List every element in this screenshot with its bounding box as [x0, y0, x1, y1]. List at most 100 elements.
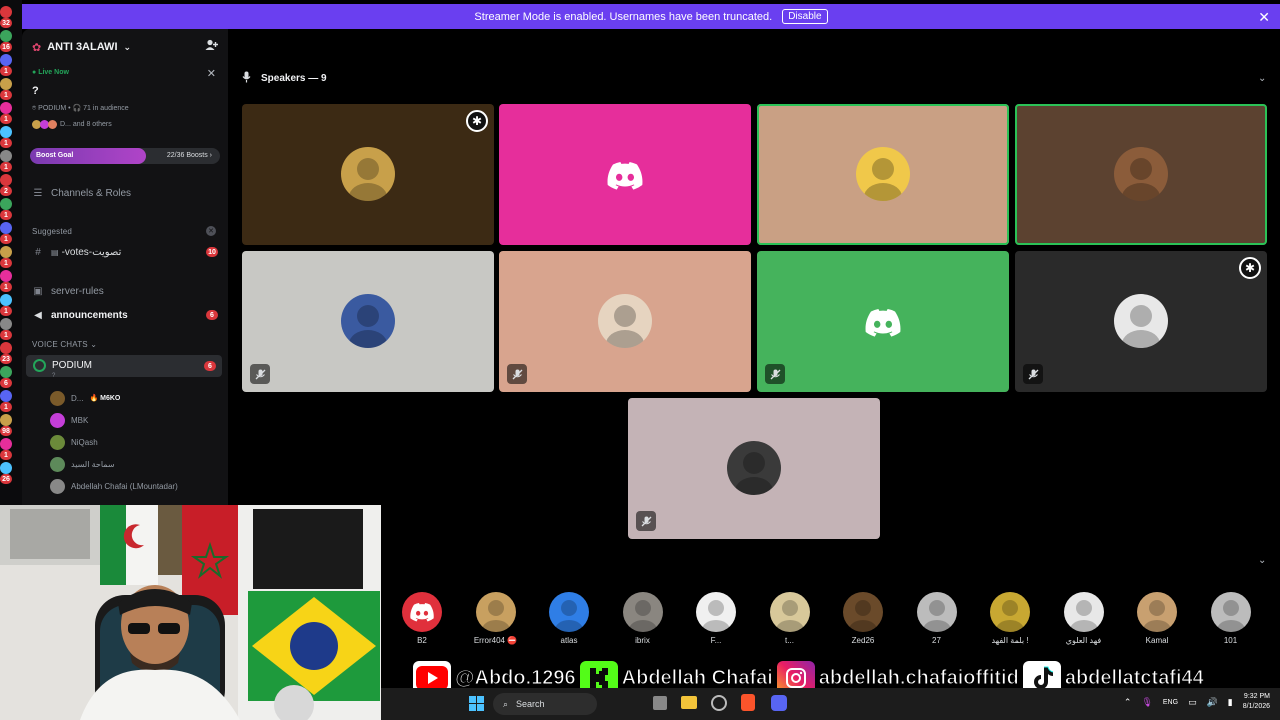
clock[interactable]: 9:32 PM 8/1/2026	[1243, 692, 1270, 712]
server-icon[interactable]	[0, 366, 12, 378]
channel-votes-label: -votes-تصويت	[61, 246, 122, 258]
audience-avatar[interactable]	[843, 592, 883, 632]
audience-avatar[interactable]	[402, 592, 442, 632]
close-icon[interactable]: ✕	[1258, 9, 1270, 26]
search-icon: ⌕	[503, 698, 509, 709]
display-icon[interactable]: ▭	[1188, 697, 1197, 708]
voice-chats-header[interactable]: VOICE CHATS ⌄	[32, 340, 97, 349]
browser-icon[interactable]	[711, 695, 727, 711]
taskbar-search[interactable]: ⌕ Search	[493, 693, 597, 715]
speaker-tile[interactable]	[628, 398, 880, 539]
discord-taskbar-icon[interactable]	[771, 695, 787, 711]
server-icon[interactable]	[0, 198, 12, 210]
server-unread-badge: 1	[0, 450, 12, 460]
server-unread-badge: 1	[0, 210, 12, 220]
task-view-icon[interactable]	[653, 696, 667, 710]
audience-name: t...	[785, 636, 794, 645]
volume-icon[interactable]: 🔊	[1207, 697, 1218, 708]
voice-user[interactable]: D... 🔥 M6KO	[50, 390, 120, 406]
file-explorer-icon[interactable]	[681, 696, 697, 709]
battery-icon[interactable]: ▮	[1228, 697, 1233, 708]
server-icon[interactable]	[0, 174, 12, 186]
speaker-tile[interactable]: ✱	[242, 104, 494, 245]
server-icon[interactable]	[0, 318, 12, 330]
voice-user[interactable]: NiQash	[50, 434, 98, 450]
server-icon[interactable]	[0, 294, 12, 306]
stage-view: Speakers — 9 ⌄ ✱ ✱ ⌄	[228, 29, 1280, 720]
server-icon[interactable]	[0, 102, 12, 114]
server-icon[interactable]	[0, 462, 12, 474]
audience-avatar[interactable]	[622, 592, 663, 632]
dismiss-live-icon[interactable]: ✕	[207, 67, 216, 80]
speaker-tile[interactable]	[499, 251, 751, 392]
windows-taskbar: ⌕ Search ⌃ 🎙 ENG ▭ 🔊 ▮ 9:32 PM 8/1/2026	[381, 688, 1280, 720]
channels-roles-link[interactable]: ☰ Channels & Roles	[32, 184, 132, 202]
server-icon[interactable]	[0, 390, 12, 402]
server-icon[interactable]	[0, 438, 12, 450]
voice-channel-podium[interactable]: PODIUM 6	[26, 355, 222, 377]
audience-avatar[interactable]	[1210, 592, 1251, 632]
language-indicator[interactable]: ENG	[1163, 699, 1178, 706]
server-icon[interactable]	[0, 246, 12, 258]
disable-streamer-mode-button[interactable]: Disable	[782, 9, 828, 24]
audience-avatar[interactable]	[1063, 592, 1104, 632]
add-user-icon[interactable]	[205, 39, 218, 54]
audience-name: Kamal	[1145, 636, 1169, 645]
audience-avatar[interactable]	[990, 592, 1030, 632]
server-unread-badge: 23	[0, 354, 12, 364]
voice-user[interactable]: سماحة السيد	[50, 456, 115, 472]
audience-avatar[interactable]	[769, 592, 810, 632]
server-icon[interactable]	[0, 126, 12, 138]
audience-avatar[interactable]	[916, 592, 957, 632]
collapse-speakers-icon[interactable]: ⌄	[1258, 73, 1266, 84]
brave-icon[interactable]	[741, 694, 755, 711]
channel-votes[interactable]: # ▤ -votes-تصويت	[32, 243, 121, 261]
speaker-tile[interactable]	[242, 251, 494, 392]
system-tray: ⌃ 🎙 ENG ▭ 🔊 ▮ 9:32 PM 8/1/2026	[1124, 692, 1270, 712]
server-unread-badge: 1	[0, 282, 12, 292]
muted-mic-icon	[507, 364, 527, 384]
speaker-tile[interactable]: ✱	[1015, 251, 1267, 392]
speaker-tile[interactable]	[757, 104, 1009, 245]
audience-avatar[interactable]	[475, 592, 516, 632]
mic-tray-icon[interactable]: 🎙	[1141, 697, 1152, 708]
channel-server-rules[interactable]: ▣ server-rules	[32, 282, 104, 300]
live-now-text: Live Now	[38, 69, 69, 76]
audience-name: atlas	[560, 636, 578, 645]
speaker-tile[interactable]	[499, 104, 751, 245]
server-icon[interactable]	[0, 270, 12, 282]
windows-start-icon[interactable]	[469, 696, 484, 716]
server-icon[interactable]	[0, 78, 12, 90]
audience-avatar[interactable]	[549, 592, 589, 632]
server-unread-badge: 1	[0, 402, 12, 412]
chevron-up-icon[interactable]: ⌃	[1124, 697, 1132, 708]
channel-announcements[interactable]: ◀ announcements	[32, 306, 128, 324]
moderator-icon: ✱	[466, 110, 488, 132]
server-icon[interactable]	[0, 54, 12, 66]
collapse-audience-icon[interactable]: ⌄	[1258, 555, 1266, 566]
server-unread-badge: 1	[0, 330, 12, 340]
announcements-label: announcements	[51, 309, 128, 321]
boost-goal-bar[interactable]: Boost Goal 22/36 Boosts ›	[30, 148, 220, 164]
voice-user[interactable]: Abdellah Chafai (LMountadar)	[50, 478, 178, 494]
audience-avatar[interactable]	[1137, 592, 1177, 632]
server-header[interactable]: ✿ ANTI 3ALAWI ⌄	[32, 39, 218, 55]
server-icon[interactable]	[0, 222, 12, 234]
server-icon[interactable]	[0, 30, 12, 42]
speaker-tile[interactable]	[757, 251, 1009, 392]
server-icon[interactable]	[0, 342, 12, 354]
server-icon[interactable]	[0, 414, 12, 426]
avatar	[48, 120, 57, 129]
banner-text: Streamer Mode is enabled. Usernames have…	[474, 10, 773, 23]
server-icon[interactable]	[0, 150, 12, 162]
voice-user-name: D...	[71, 393, 84, 403]
speaker-tile[interactable]	[1015, 104, 1267, 245]
audience-name: فهد العلوي	[1065, 636, 1102, 645]
stage-meta: ⌾ PODIUM • 🎧 71 in audience	[32, 105, 129, 112]
webcam-overlay	[0, 505, 381, 720]
server-icon[interactable]	[0, 6, 12, 18]
dismiss-suggested-icon[interactable]: ✕	[206, 226, 216, 236]
audience-avatar[interactable]	[696, 592, 736, 632]
voice-user[interactable]: MBK	[50, 412, 88, 428]
list-icon: ☰	[33, 187, 43, 199]
